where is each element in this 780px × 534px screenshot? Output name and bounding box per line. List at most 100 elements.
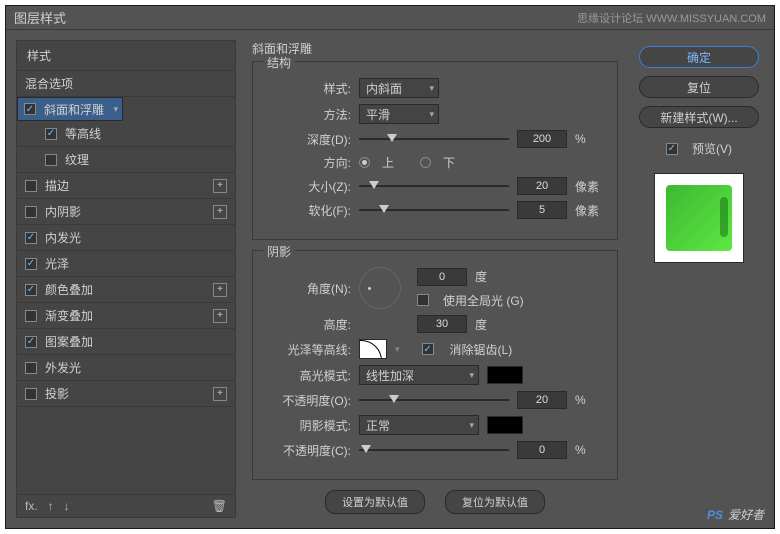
style-item-1[interactable]: 等高线 bbox=[17, 121, 235, 147]
shadow-color-swatch[interactable] bbox=[487, 416, 523, 434]
style-checkbox[interactable] bbox=[25, 388, 37, 400]
angle-picker[interactable] bbox=[359, 267, 401, 309]
styles-header: 样式 bbox=[17, 41, 235, 71]
style-label: 渐变叠加 bbox=[45, 307, 93, 324]
add-icon[interactable]: + bbox=[213, 283, 227, 297]
shadow-opacity-input[interactable] bbox=[517, 441, 567, 459]
gloss-contour-picker[interactable] bbox=[359, 339, 387, 359]
style-checkbox[interactable] bbox=[25, 180, 37, 192]
angle-input[interactable] bbox=[417, 268, 467, 286]
style-checkbox[interactable] bbox=[45, 128, 57, 140]
style-checkbox[interactable] bbox=[25, 206, 37, 218]
angle-label: 角度(N): bbox=[265, 280, 351, 297]
add-icon[interactable]: + bbox=[213, 205, 227, 219]
altitude-label: 高度: bbox=[265, 316, 351, 333]
size-label: 大小(Z): bbox=[265, 178, 351, 195]
soften-slider[interactable] bbox=[359, 203, 509, 217]
depth-input[interactable] bbox=[517, 130, 567, 148]
size-slider[interactable] bbox=[359, 179, 509, 193]
style-checkbox[interactable] bbox=[25, 284, 37, 296]
soften-label: 软化(F): bbox=[265, 202, 351, 219]
shadow-mode-select[interactable]: 正常 bbox=[359, 415, 479, 435]
style-item-4[interactable]: 内阴影 + bbox=[17, 199, 235, 225]
titlebar: 图层样式 思缘设计论坛 WWW.MISSYUAN.COM bbox=[6, 6, 774, 30]
style-label: 描边 bbox=[45, 177, 69, 194]
shadow-opacity-slider[interactable] bbox=[359, 443, 509, 457]
add-icon[interactable]: + bbox=[213, 179, 227, 193]
highlight-color-swatch[interactable] bbox=[487, 366, 523, 384]
style-item-8[interactable]: 渐变叠加 + bbox=[17, 303, 235, 329]
action-panel: 确定 复位 新建样式(W)... 预览(V) bbox=[634, 40, 764, 518]
style-label: 图案叠加 bbox=[45, 333, 93, 350]
style-label: 内阴影 bbox=[45, 203, 81, 220]
shadow-mode-label: 阴影模式: bbox=[265, 417, 351, 434]
depth-label: 深度(D): bbox=[265, 131, 351, 148]
altitude-input[interactable] bbox=[417, 315, 467, 333]
layer-style-dialog: 图层样式 思缘设计论坛 WWW.MISSYUAN.COM 样式 混合选项 斜面和… bbox=[5, 5, 775, 529]
ok-button[interactable]: 确定 bbox=[639, 46, 759, 68]
section-title: 斜面和浮雕 bbox=[252, 40, 618, 57]
style-item-2[interactable]: 纹理 bbox=[17, 147, 235, 173]
style-label: 纹理 bbox=[65, 151, 89, 168]
shadow-opacity-label: 不透明度(C): bbox=[265, 442, 351, 459]
technique-label: 方法: bbox=[265, 106, 351, 123]
style-checkbox[interactable] bbox=[25, 362, 37, 374]
antialias-checkbox[interactable] bbox=[422, 343, 434, 355]
new-style-button[interactable]: 新建样式(W)... bbox=[639, 106, 759, 128]
direction-down-radio[interactable] bbox=[420, 157, 431, 168]
style-label: 颜色叠加 bbox=[45, 281, 93, 298]
highlight-opacity-input[interactable] bbox=[517, 391, 567, 409]
style-checkbox[interactable] bbox=[45, 154, 57, 166]
style-label: 内发光 bbox=[45, 229, 81, 246]
add-icon[interactable]: + bbox=[213, 387, 227, 401]
style-item-11[interactable]: 投影 + bbox=[17, 381, 235, 407]
styles-panel: 样式 混合选项 斜面和浮雕等高线纹理描边 + 内阴影 + 内发光光泽颜色叠加 + 渐变叠加 +… bbox=[16, 40, 236, 518]
trash-icon[interactable]: 🗑 bbox=[212, 499, 227, 513]
style-label: 光泽 bbox=[45, 255, 69, 272]
blending-options[interactable]: 混合选项 bbox=[17, 71, 235, 97]
make-default-button[interactable]: 设置为默认值 bbox=[325, 490, 425, 514]
highlight-opacity-slider[interactable] bbox=[359, 393, 509, 407]
arrow-down-icon[interactable]: ↓ bbox=[64, 499, 70, 513]
structure-group: 结构 样式: 内斜面 方法: 平滑 深度(D): % 方向: 上 bbox=[252, 61, 618, 240]
add-icon[interactable]: + bbox=[213, 309, 227, 323]
arrow-up-icon[interactable]: ↑ bbox=[48, 499, 54, 513]
style-label: 等高线 bbox=[65, 125, 101, 142]
highlight-mode-select[interactable]: 线性加深 bbox=[359, 365, 479, 385]
style-label: 投影 bbox=[45, 385, 69, 402]
fx-icon[interactable]: fx. bbox=[25, 499, 38, 513]
direction-label: 方向: bbox=[265, 154, 351, 171]
style-item-6[interactable]: 光泽 bbox=[17, 251, 235, 277]
direction-up-radio[interactable] bbox=[359, 157, 370, 168]
global-light-checkbox[interactable] bbox=[417, 294, 429, 306]
style-checkbox[interactable] bbox=[25, 336, 37, 348]
style-item-7[interactable]: 颜色叠加 + bbox=[17, 277, 235, 303]
preview-label: 预览(V) bbox=[692, 140, 732, 157]
style-item-5[interactable]: 内发光 bbox=[17, 225, 235, 251]
style-item-3[interactable]: 描边 + bbox=[17, 173, 235, 199]
style-checkbox[interactable] bbox=[24, 103, 36, 115]
technique-select[interactable]: 平滑 bbox=[359, 104, 439, 124]
style-checkbox[interactable] bbox=[25, 232, 37, 244]
style-select[interactable]: 内斜面 bbox=[359, 78, 439, 98]
style-label: 样式: bbox=[265, 80, 351, 97]
style-label: 外发光 bbox=[45, 359, 81, 376]
style-item-0[interactable]: 斜面和浮雕 bbox=[17, 97, 123, 121]
preview-thumbnail bbox=[654, 173, 744, 263]
style-item-9[interactable]: 图案叠加 bbox=[17, 329, 235, 355]
preview-checkbox[interactable] bbox=[666, 143, 678, 155]
depth-slider[interactable] bbox=[359, 132, 509, 146]
reset-default-button[interactable]: 复位为默认值 bbox=[445, 490, 545, 514]
dialog-title: 图层样式 bbox=[14, 8, 66, 27]
style-item-10[interactable]: 外发光 bbox=[17, 355, 235, 381]
style-checkbox[interactable] bbox=[25, 310, 37, 322]
size-input[interactable] bbox=[517, 177, 567, 195]
structure-legend: 结构 bbox=[263, 54, 295, 71]
style-checkbox[interactable] bbox=[25, 258, 37, 270]
styles-footer: fx. ↑ ↓ 🗑 bbox=[17, 494, 235, 517]
attribution-text: 思缘设计论坛 WWW.MISSYUAN.COM bbox=[577, 10, 766, 26]
style-label: 斜面和浮雕 bbox=[44, 101, 104, 118]
soften-input[interactable] bbox=[517, 201, 567, 219]
cancel-button[interactable]: 复位 bbox=[639, 76, 759, 98]
shading-group: 阴影 角度(N): 度 使用全局光 (G) bbox=[252, 250, 618, 480]
